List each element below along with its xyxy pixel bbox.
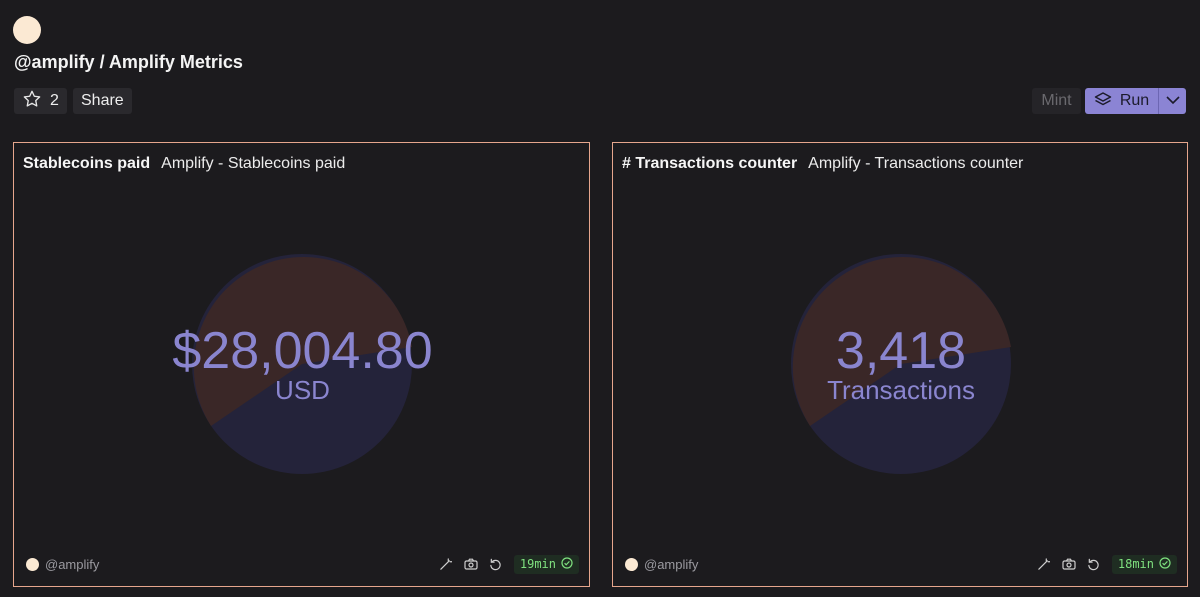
author-name[interactable]: @amplify	[45, 557, 99, 572]
camera-icon[interactable]	[464, 557, 478, 571]
panel-title[interactable]: # Transactions counter	[622, 155, 797, 173]
visualization-panel: # Transactions counter Amplify - Transac…	[612, 142, 1188, 587]
star-button[interactable]: 2	[14, 88, 67, 114]
owner-avatar[interactable]	[13, 16, 41, 44]
counter-value: 3,418	[835, 322, 967, 380]
wand-icon[interactable]	[439, 557, 453, 571]
panel-query-name[interactable]: Amplify - Stablecoins paid	[161, 155, 345, 173]
run-options-button[interactable]	[1159, 88, 1186, 114]
freshness-age: 19min	[519, 557, 556, 571]
mint-button[interactable]: Mint	[1032, 88, 1081, 114]
author-name[interactable]: @amplify	[644, 557, 698, 572]
run-button[interactable]: Run	[1085, 88, 1159, 114]
camera-icon[interactable]	[1062, 557, 1076, 571]
chevron-down-icon	[1165, 92, 1181, 110]
counter-value: $28,004.80	[172, 322, 433, 380]
counter: $28,004.80 USD	[14, 323, 591, 403]
freshness-badge: 18min	[1111, 554, 1177, 574]
share-button[interactable]: Share	[73, 88, 132, 114]
author-avatar[interactable]	[26, 557, 39, 571]
panel-query-name[interactable]: Amplify - Transactions counter	[808, 155, 1023, 173]
run-label: Run	[1119, 92, 1150, 109]
panel-title[interactable]: Stablecoins paid	[23, 155, 150, 173]
check-circle-icon	[561, 556, 573, 572]
counter-unit: USD	[275, 375, 330, 405]
freshness-age: 18min	[1117, 557, 1154, 571]
author-avatar[interactable]	[625, 557, 638, 571]
star-count: 2	[50, 92, 59, 109]
visualization-panel: Stablecoins paid Amplify - Stablecoins p…	[13, 142, 590, 587]
page-title: @amplify / Amplify Metrics	[14, 52, 243, 72]
check-circle-icon	[1159, 556, 1171, 572]
panel-footer: @amplify 19min	[26, 554, 579, 574]
counter: 3,418 Transactions	[613, 323, 1189, 403]
freshness-badge: 19min	[513, 554, 579, 574]
panel-footer: @amplify 18min	[625, 554, 1177, 574]
layers-icon	[1094, 91, 1112, 112]
run-button-group: Run	[1085, 88, 1186, 114]
star-icon	[22, 89, 42, 114]
refresh-icon[interactable]	[489, 557, 503, 571]
wand-icon[interactable]	[1037, 557, 1051, 571]
counter-unit: Transactions	[827, 375, 975, 405]
refresh-icon[interactable]	[1087, 557, 1101, 571]
